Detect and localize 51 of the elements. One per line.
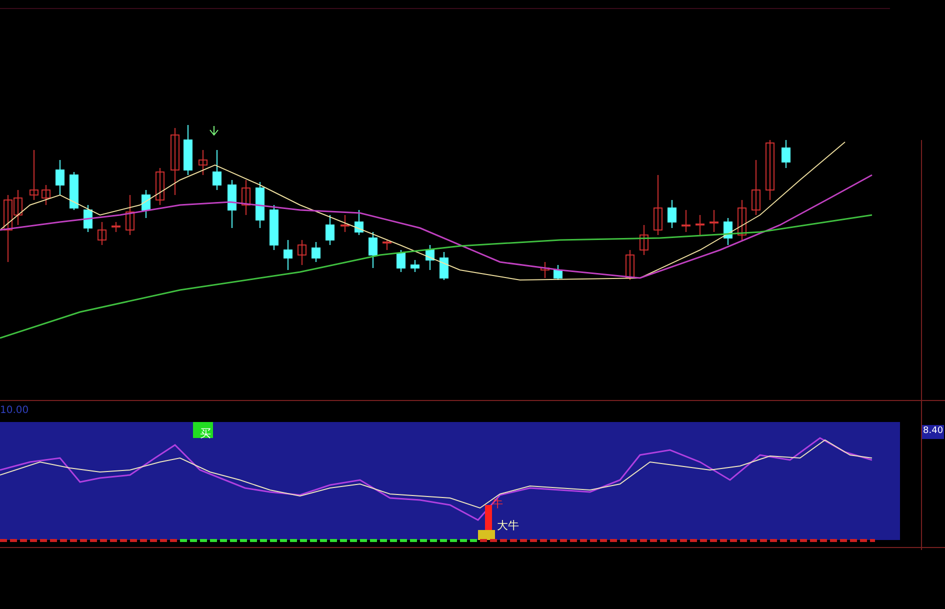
candlestick bbox=[242, 180, 250, 216]
candlestick bbox=[312, 242, 320, 262]
axis-value-label: 8.40 bbox=[922, 425, 944, 438]
signal-label: 牛 bbox=[492, 498, 503, 509]
candlestick bbox=[640, 224, 648, 256]
candlestick bbox=[540, 262, 550, 278]
candlestick bbox=[184, 124, 192, 176]
candlestick bbox=[212, 150, 222, 190]
candlestick bbox=[724, 218, 732, 246]
candlestick bbox=[70, 172, 78, 210]
candlestick bbox=[56, 160, 64, 196]
candlestick bbox=[112, 222, 120, 232]
candlestick bbox=[682, 210, 690, 232]
candlestick bbox=[228, 180, 236, 228]
candlestick bbox=[170, 128, 180, 196]
candlestick bbox=[156, 168, 164, 206]
candlestick bbox=[256, 182, 264, 228]
candlestick bbox=[668, 200, 676, 228]
candlestick bbox=[752, 160, 760, 216]
candlestick bbox=[368, 232, 378, 268]
candlestick bbox=[440, 252, 448, 280]
candlestick bbox=[298, 240, 306, 266]
candlestick bbox=[382, 240, 392, 250]
candlestick bbox=[42, 184, 50, 206]
candlestick bbox=[626, 250, 634, 280]
candlestick bbox=[426, 244, 434, 270]
candlestick bbox=[84, 204, 92, 232]
indicator-top-value: 10.00 bbox=[0, 404, 29, 418]
candlestick bbox=[710, 210, 718, 232]
down-arrow-icon bbox=[210, 126, 218, 136]
candlestick bbox=[554, 264, 562, 280]
candlestick bbox=[782, 140, 790, 168]
candlestick bbox=[30, 150, 38, 200]
signal-marker bbox=[193, 422, 213, 438]
candlestick bbox=[766, 140, 774, 200]
candlestick bbox=[354, 210, 364, 236]
candlestick bbox=[270, 204, 278, 250]
candlestick bbox=[326, 214, 334, 246]
candlestick bbox=[126, 194, 134, 236]
candlestick bbox=[654, 174, 662, 236]
candlestick bbox=[396, 250, 406, 272]
candlestick bbox=[98, 222, 106, 246]
candlestick bbox=[340, 214, 350, 232]
candlestick bbox=[142, 190, 150, 218]
signal-label: 大牛 bbox=[497, 520, 519, 531]
candlestick bbox=[696, 214, 704, 236]
candlestick bbox=[284, 240, 292, 270]
candlestick bbox=[738, 200, 746, 240]
candlestick bbox=[198, 150, 208, 176]
signal-label: 买 bbox=[200, 428, 211, 439]
candlestick bbox=[410, 260, 420, 272]
